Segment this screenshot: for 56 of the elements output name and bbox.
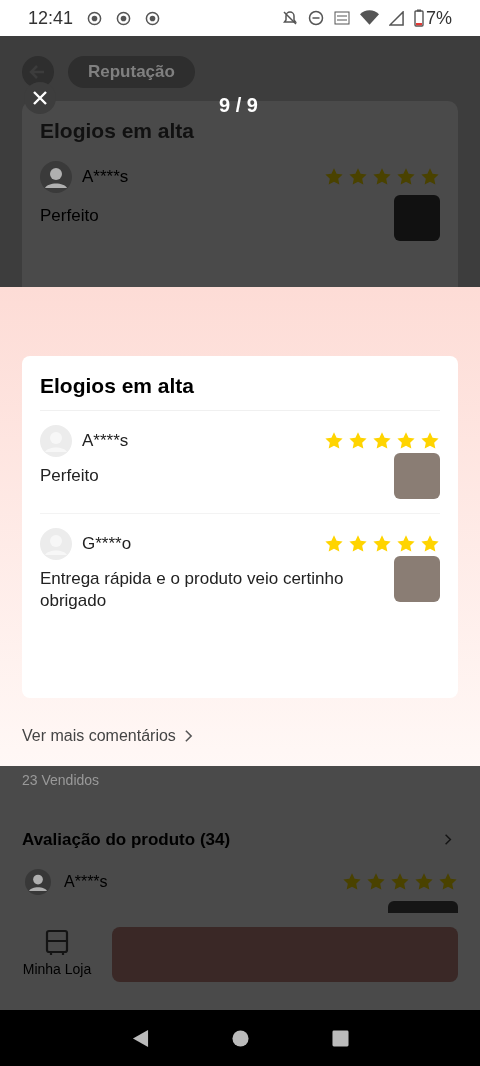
home-icon[interactable]	[231, 1029, 249, 1047]
review-text: Entrega rápida e o produto veio certinho obrigado	[40, 567, 345, 612]
star-icon	[390, 871, 410, 892]
star-icon	[396, 533, 416, 554]
star-icon	[372, 533, 392, 554]
avatar-icon	[40, 160, 72, 193]
review-text: Perfeito	[40, 464, 99, 487]
battery-icon	[414, 9, 424, 27]
status-time: 12:41	[28, 6, 74, 30]
photo-placeholder	[394, 194, 440, 241]
image-counter: 9 / 9	[219, 93, 258, 118]
star-icon	[372, 430, 392, 451]
star-icon	[420, 166, 440, 187]
rating-title: Avaliação do produto (34)	[22, 829, 231, 851]
star-icon	[414, 871, 434, 892]
sold-count: 23 Vendidos	[22, 771, 100, 790]
star-icon	[324, 533, 344, 554]
record-icon	[145, 10, 161, 26]
star-icon	[324, 430, 344, 451]
close-button[interactable]	[24, 82, 56, 114]
do-not-disturb-icon	[308, 10, 324, 26]
star-icon	[348, 533, 368, 554]
chevron-right-icon	[183, 729, 193, 743]
back-icon[interactable]	[131, 1028, 149, 1048]
page-title: Reputação	[68, 56, 195, 88]
reviewer-name: A****s	[82, 429, 130, 452]
record-icon	[87, 10, 103, 26]
more-comments-link[interactable]: Ver mais comentários	[22, 724, 193, 748]
star-icon	[396, 166, 416, 187]
avatar-icon	[22, 868, 54, 895]
photo-placeholder	[394, 452, 440, 499]
battery-level: 7%	[426, 6, 452, 30]
reviewer-name: A****s	[82, 165, 130, 188]
reviewer-name: A****s	[64, 871, 109, 892]
star-icon	[348, 166, 368, 187]
reviewer-name: G****o	[82, 532, 133, 555]
star-icon	[420, 430, 440, 451]
star-icon	[396, 430, 416, 451]
media-icon	[116, 10, 132, 26]
store-icon	[45, 928, 69, 957]
star-icon	[366, 871, 386, 892]
star-icon	[372, 166, 392, 187]
star-icon	[420, 533, 440, 554]
recents-icon[interactable]	[331, 1029, 349, 1047]
star-icon	[342, 871, 362, 892]
star-icon	[324, 166, 344, 187]
signal-icon	[389, 10, 404, 26]
muted-bell-icon	[282, 10, 298, 26]
section-title: Elogios em alta	[40, 118, 196, 144]
photo-placeholder	[394, 555, 440, 602]
section-title: Elogios em alta	[40, 370, 440, 411]
review-text: Perfeito	[40, 204, 99, 227]
wifi-icon	[360, 10, 379, 26]
star-icon	[348, 430, 368, 451]
photo-placeholder	[388, 900, 458, 913]
star-icon	[438, 871, 458, 892]
